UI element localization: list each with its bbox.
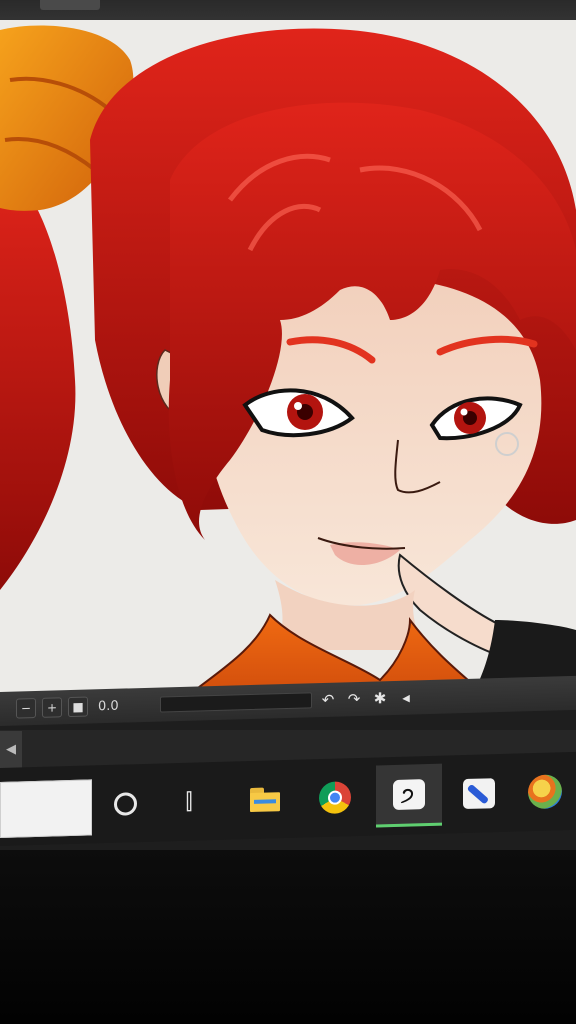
sketchbook-button[interactable] — [450, 762, 508, 826]
rotate-left-icon[interactable]: ↶ — [318, 691, 338, 710]
clip-studio-button[interactable]: ੭ — [376, 763, 442, 828]
prev-frame-icon[interactable]: ◀ — [0, 731, 22, 769]
file-explorer-icon — [250, 787, 280, 813]
chrome-button[interactable] — [306, 766, 364, 830]
monitor-screen: − + ■ 0.0 ↶ ↷ ✱ ◂ ◀ ⫿ ੭ — [0, 0, 576, 850]
drawing-canvas[interactable] — [0, 20, 576, 700]
cortana-button[interactable] — [96, 772, 154, 836]
reset-rotation-icon[interactable]: ✱ — [370, 689, 390, 708]
cortana-icon — [113, 791, 137, 816]
zoom-out-icon[interactable]: − — [16, 697, 36, 719]
rotate-right-icon[interactable]: ↷ — [344, 690, 364, 709]
window-tab[interactable] — [40, 0, 100, 10]
artwork-illustration — [0, 25, 576, 700]
paint-app-icon — [528, 774, 562, 810]
file-explorer-button[interactable] — [236, 768, 294, 832]
windows-taskbar: ⫿ ੭ — [0, 751, 576, 846]
clip-studio-icon: ੭ — [393, 778, 425, 810]
task-view-icon: ⫿ — [185, 789, 193, 815]
ponytail-hair — [0, 170, 76, 590]
fit-screen-icon[interactable]: ■ — [68, 696, 88, 718]
sketchbook-icon — [463, 778, 495, 810]
collapse-left-icon[interactable]: ◂ — [396, 688, 416, 707]
zoom-in-icon[interactable]: + — [42, 697, 62, 718]
task-view-button[interactable]: ⫿ — [160, 770, 218, 834]
rotation-value[interactable]: 0.0 — [98, 697, 148, 714]
chrome-icon — [319, 781, 351, 815]
monitor-bezel — [0, 850, 576, 1024]
paint-app-button[interactable] — [516, 760, 574, 824]
taskbar-search-box[interactable] — [0, 779, 92, 838]
horizontal-scrollbar[interactable] — [160, 692, 312, 713]
